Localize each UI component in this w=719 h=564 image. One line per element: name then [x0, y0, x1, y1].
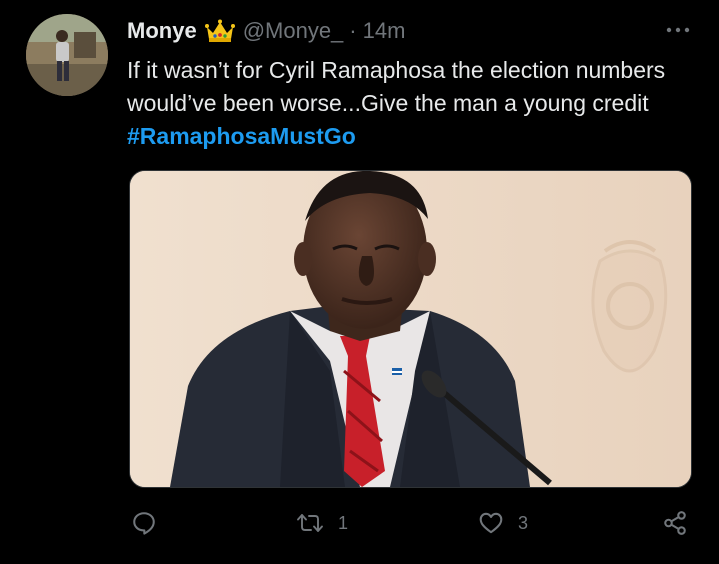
tweet-header: Monye @Monye_ · 14m	[127, 16, 405, 46]
tweet-body: If it wasn’t for Cyril Ramaphosa the ele…	[127, 57, 666, 116]
crown-icon	[204, 19, 235, 43]
tweet-actions: 1 3	[0, 504, 719, 548]
share-icon	[662, 510, 688, 536]
heart-icon	[478, 510, 504, 536]
avatar[interactable]	[26, 14, 108, 96]
tweet-media-image[interactable]	[129, 170, 692, 488]
timestamp[interactable]: 14m	[363, 18, 406, 44]
tweet-card[interactable]: Monye @Monye_ · 14m If it wasn’t for Cyr…	[0, 0, 719, 564]
photo-of-man-at-podium	[130, 171, 691, 487]
share-button[interactable]	[662, 510, 688, 536]
retweet-icon	[296, 510, 324, 536]
hashtag-link[interactable]: #RamaphosaMustGo	[127, 123, 356, 149]
separator-dot: ·	[349, 18, 357, 43]
retweet-button[interactable]: 1	[296, 510, 348, 536]
like-button[interactable]: 3	[478, 510, 528, 536]
tweet-text: If it wasn’t for Cyril Ramaphosa the ele…	[127, 54, 687, 153]
reply-button[interactable]	[131, 510, 171, 536]
like-count: 3	[518, 512, 529, 533]
reply-icon	[131, 510, 157, 536]
retweet-count: 1	[338, 512, 349, 533]
display-name[interactable]: Monye	[127, 18, 197, 44]
more-horizontal-icon[interactable]	[665, 20, 691, 40]
avatar-image	[26, 14, 108, 96]
user-handle[interactable]: @Monye_	[243, 18, 344, 44]
